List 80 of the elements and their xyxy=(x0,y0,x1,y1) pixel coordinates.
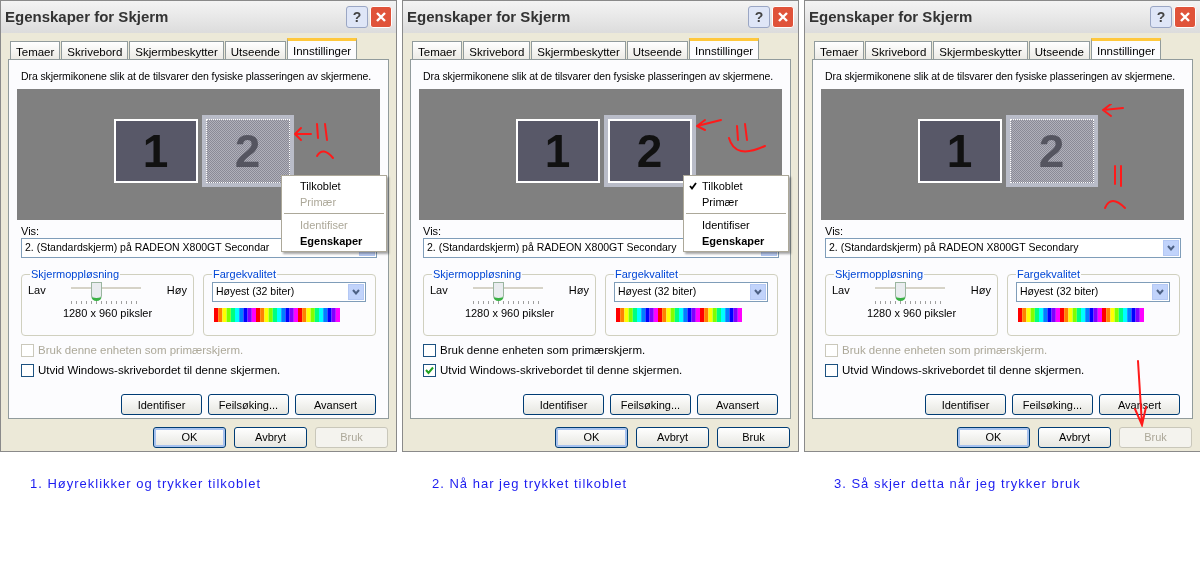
caption: 3. Så skjer detta når jeg trykker bruk xyxy=(833,475,1082,493)
window-title: Egenskaper for Skjerm xyxy=(407,6,572,27)
checkbox-label: Utvid Windows-skrivebordet til denne skjermen. xyxy=(440,363,683,378)
dialog-button[interactable]: OK xyxy=(957,427,1030,448)
window-title: Egenskaper for Skjerm xyxy=(809,6,974,27)
caption: 1. Høyreklikker og trykker tilkoblet xyxy=(29,475,263,493)
tab[interactable]: Utseende xyxy=(224,41,286,59)
help-button[interactable]: ? xyxy=(748,6,770,28)
instruction-text: Dra skjermikonene slik at de tilsvarer den fysiske plasseringen av skjermene. xyxy=(824,69,1177,84)
resolution-value: 1280 x 960 piksler xyxy=(61,306,154,322)
tab[interactable]: Skrivebord xyxy=(865,41,933,59)
resolution-slider[interactable] xyxy=(71,282,142,305)
tab[interactable]: Temaer xyxy=(814,41,865,59)
tab[interactable]: Skrivebord xyxy=(61,41,129,59)
display-label: Vis: xyxy=(825,224,844,238)
color-quality-select[interactable]: Høyest (32 biter) xyxy=(212,282,367,303)
tab[interactable]: Skjermbeskytter xyxy=(933,41,1028,59)
dialog-button[interactable]: Avbryt xyxy=(636,427,709,448)
resolution-value: 1280 x 960 piksler xyxy=(463,306,556,322)
caption: 2. Nå har jeg trykket tilkoblet xyxy=(431,475,629,493)
instruction-text: Dra skjermikonene slik at de tilsvarer den fysiske plasseringen av skjermene. xyxy=(20,69,373,84)
checkbox[interactable] xyxy=(423,364,436,378)
checkbox[interactable] xyxy=(423,343,436,357)
color-quality-select[interactable]: Høyest (32 biter) xyxy=(614,282,769,303)
close-icon xyxy=(777,11,789,23)
close-button[interactable] xyxy=(370,6,392,28)
resolution-slider[interactable] xyxy=(473,282,544,305)
action-button[interactable]: Avansert xyxy=(295,394,376,416)
high-label: Høy xyxy=(166,283,187,299)
tab[interactable]: Skjermbeskytter xyxy=(531,41,626,59)
tab[interactable]: Skjermbeskytter xyxy=(129,41,224,59)
action-button[interactable]: Feilsøking... xyxy=(208,394,289,416)
tab[interactable]: Innstillinger xyxy=(689,38,760,59)
checkmark-icon xyxy=(689,182,697,190)
close-button[interactable] xyxy=(1174,6,1196,28)
dialog-button[interactable]: Avbryt xyxy=(234,427,307,448)
checkbox-label: Bruk denne enheten som primærskjerm. xyxy=(38,342,244,358)
tab[interactable]: Skrivebord xyxy=(463,41,531,59)
tab[interactable]: Utseende xyxy=(1028,41,1090,59)
high-label: Høy xyxy=(568,283,589,299)
display-select[interactable]: 2. (Standardskjerm) på RADEON X800GT Secondary xyxy=(825,237,1181,258)
tab[interactable]: Temaer xyxy=(10,41,61,59)
action-button[interactable]: Identifiser xyxy=(523,394,604,416)
tab[interactable]: Innstillinger xyxy=(1091,38,1162,59)
low-label: Lav xyxy=(832,283,850,299)
tab[interactable]: Innstillinger xyxy=(287,38,358,59)
close-icon xyxy=(1179,11,1191,23)
color-quality-select[interactable]: Høyest (32 biter) xyxy=(1016,282,1171,303)
instruction-text: Dra skjermikonene slik at de tilsvarer den fysiske plasseringen av skjermene. xyxy=(422,69,775,84)
low-label: Lav xyxy=(28,283,46,299)
checkbox-label: Bruk denne enheten som primærskjerm. xyxy=(842,342,1048,358)
help-button[interactable]: ? xyxy=(1150,6,1172,28)
help-button[interactable]: ? xyxy=(346,6,368,28)
checkbox[interactable] xyxy=(825,364,838,378)
close-icon xyxy=(375,11,387,23)
close-button[interactable] xyxy=(772,6,794,28)
checkbox-label: Bruk denne enheten som primærskjerm. xyxy=(440,342,646,358)
tab[interactable]: Utseende xyxy=(626,41,688,59)
window-title: Egenskaper for Skjerm xyxy=(5,6,170,27)
checkbox-label: Utvid Windows-skrivebordet til denne skjermen. xyxy=(842,363,1085,378)
menu-item[interactable]: Identifiser xyxy=(684,217,788,233)
action-button[interactable]: Avansert xyxy=(697,394,778,416)
action-button[interactable]: Identifiser xyxy=(925,394,1006,416)
tab[interactable]: Temaer xyxy=(412,41,463,59)
checkbox[interactable] xyxy=(21,364,34,378)
menu-item[interactable]: Primær xyxy=(684,194,788,210)
display-label: Vis: xyxy=(21,224,40,238)
checkbox-label: Utvid Windows-skrivebordet til denne skjermen. xyxy=(38,363,281,378)
dialog-button[interactable]: OK xyxy=(153,427,226,448)
action-button[interactable]: Identifiser xyxy=(121,394,202,416)
dialog-button[interactable]: Avbryt xyxy=(1038,427,1111,448)
resolution-value: 1280 x 960 piksler xyxy=(865,306,958,322)
action-button[interactable]: Feilsøking... xyxy=(1012,394,1093,416)
dialog-button[interactable]: OK xyxy=(555,427,628,448)
action-button[interactable]: Feilsøking... xyxy=(610,394,691,416)
low-label: Lav xyxy=(430,283,448,299)
dialog-button[interactable]: Bruk xyxy=(717,427,790,448)
resolution-slider[interactable] xyxy=(875,282,946,305)
high-label: Høy xyxy=(970,283,991,299)
display-label: Vis: xyxy=(423,224,442,238)
